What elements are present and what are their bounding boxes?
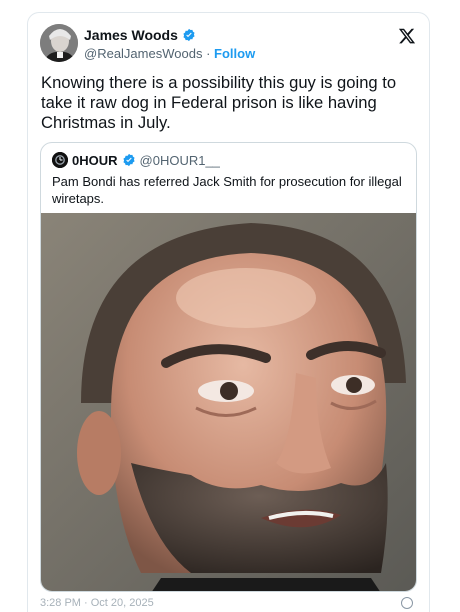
tweet-text: Knowing there is a possibility this guy … bbox=[41, 73, 397, 132]
quoted-tweet[interactable]: 0HOUR @0HOUR1__ Pam Bondi has referred J… bbox=[40, 142, 417, 592]
verified-badge-icon bbox=[182, 28, 196, 42]
quoted-text: Pam Bondi has referred Jack Smith for pr… bbox=[52, 174, 402, 206]
quoted-header: 0HOUR @0HOUR1__ bbox=[52, 152, 220, 168]
follow-button[interactable]: Follow bbox=[214, 46, 255, 61]
author-handle-row: @RealJamesWoods · Follow bbox=[84, 46, 255, 62]
author-handle[interactable]: @RealJamesWoods bbox=[84, 46, 202, 61]
quoted-avatar[interactable] bbox=[52, 152, 68, 168]
author-name[interactable]: James Woods bbox=[84, 27, 178, 43]
x-logo-icon[interactable] bbox=[398, 27, 416, 45]
quoted-photo[interactable] bbox=[41, 213, 416, 591]
tweet-card[interactable]: James Woods @RealJamesWoods · Follow Kno… bbox=[27, 12, 430, 612]
handle-separator: · bbox=[206, 46, 211, 61]
quoted-verified-badge-icon bbox=[122, 153, 136, 167]
author-name-row: James Woods bbox=[84, 27, 196, 43]
quoted-handle[interactable]: @0HOUR1__ bbox=[140, 153, 220, 168]
info-icon[interactable] bbox=[401, 597, 413, 609]
quoted-name[interactable]: 0HOUR bbox=[72, 153, 118, 168]
tweet-timestamp[interactable]: 3:28 PM · Oct 20, 2025 bbox=[40, 597, 154, 609]
author-avatar[interactable] bbox=[40, 24, 78, 62]
